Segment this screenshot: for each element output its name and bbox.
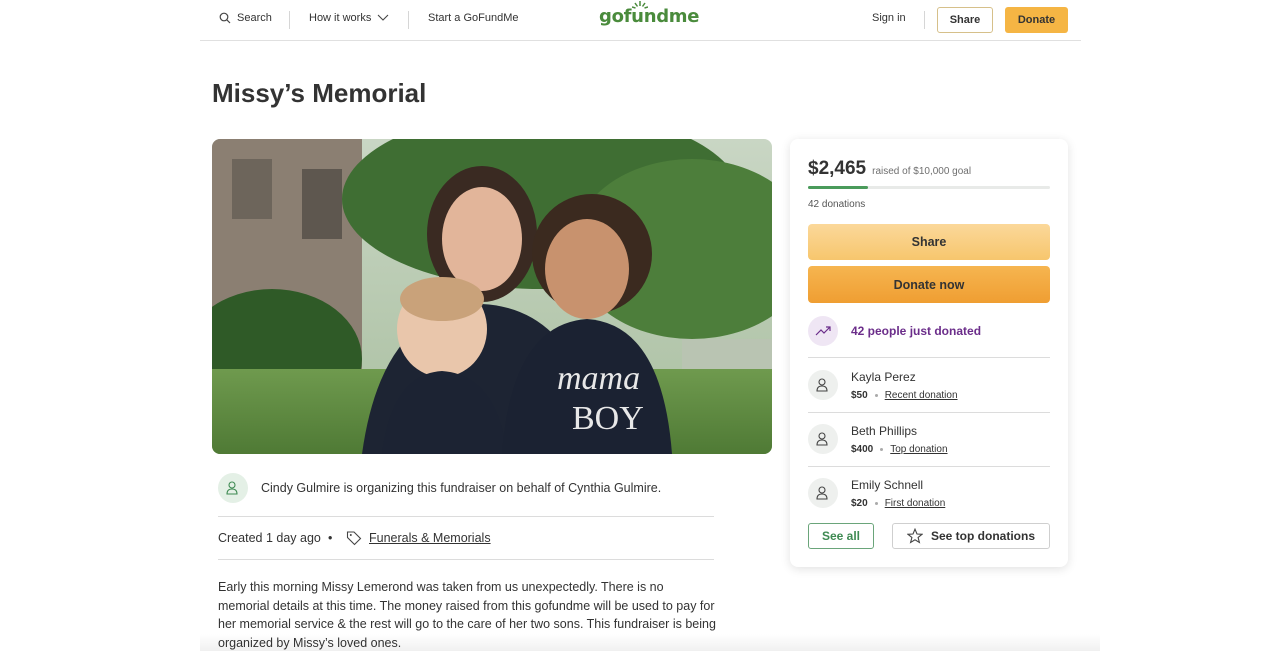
page-title: Missy’s Memorial xyxy=(212,78,427,108)
donor-meta: $20 First donation xyxy=(851,498,945,509)
raised-summary: $2,465 raised of $10,000 goal xyxy=(808,158,971,180)
how-it-works-label: How it works xyxy=(309,12,372,24)
donor-separator xyxy=(874,502,878,505)
donation-card: $2,465 raised of $10,000 goal 42 donatio… xyxy=(790,139,1068,567)
donor-separator xyxy=(874,394,878,397)
share-button-header[interactable]: Share xyxy=(937,7,993,33)
user-heart-icon xyxy=(816,432,828,446)
user-heart-icon xyxy=(816,486,828,500)
donate-now-button[interactable]: Donate now xyxy=(808,266,1050,303)
bottom-shadow xyxy=(200,634,1100,651)
donor-item: Kayla Perez $50 Recent donation xyxy=(808,359,1050,413)
nav-divider xyxy=(924,11,925,29)
donor-avatar xyxy=(808,424,838,454)
donor-type-link[interactable]: Recent donation xyxy=(885,390,958,401)
search-label: Search xyxy=(237,12,272,24)
donor-avatar xyxy=(808,370,838,400)
organizer-row: Cindy Gulmire is organizing this fundrai… xyxy=(218,473,714,517)
donation-count: 42 donations xyxy=(808,199,866,210)
chevron-down-icon xyxy=(377,14,389,21)
donate-button-header[interactable]: Donate xyxy=(1005,7,1068,33)
meta-separator: • xyxy=(328,531,333,545)
donor-name: Emily Schnell xyxy=(851,478,924,492)
created-date: Created 1 day ago xyxy=(218,531,321,545)
gofundme-logo[interactable]: gofundme xyxy=(599,1,700,27)
svg-text:mama: mama xyxy=(557,360,640,397)
raised-amount: $2,465 xyxy=(808,158,867,179)
trend-up-icon xyxy=(815,326,831,336)
recent-donations-trend: 42 people just donated xyxy=(808,314,1050,358)
trend-badge xyxy=(808,316,838,346)
see-top-label: See top donations xyxy=(930,529,1035,543)
how-it-works-menu[interactable]: How it works xyxy=(309,12,389,24)
see-all-button[interactable]: See all xyxy=(808,523,874,549)
search-icon xyxy=(219,12,231,24)
tag-icon xyxy=(346,531,362,546)
user-heart-icon xyxy=(226,481,238,495)
raised-goal: raised of $10,000 goal xyxy=(872,166,972,177)
start-label: Start a GoFundMe xyxy=(428,12,519,24)
donor-type-link[interactable]: First donation xyxy=(885,498,946,509)
donor-type-link[interactable]: Top donation xyxy=(890,444,947,455)
signin-label: Sign in xyxy=(872,12,906,24)
see-top-donations-button[interactable]: See top donations xyxy=(892,523,1050,549)
campaign-photo-art: mama BOY xyxy=(212,139,772,454)
donor-meta: $50 Recent donation xyxy=(851,390,958,401)
donor-item: Beth Phillips $400 Top donation xyxy=(808,413,1050,467)
start-gofundme-link[interactable]: Start a GoFundMe xyxy=(428,12,519,24)
top-navigation: Search How it works Start a GoFundMe gof… xyxy=(200,0,1081,41)
donor-amount: $20 xyxy=(851,498,868,509)
user-heart-icon xyxy=(816,378,828,392)
donor-amount: $50 xyxy=(851,390,868,401)
trend-text: 42 people just donated xyxy=(851,324,982,338)
campaign-photo[interactable]: mama BOY xyxy=(212,139,772,454)
progress-bar xyxy=(808,186,1050,189)
star-icon xyxy=(906,528,923,544)
nav-divider xyxy=(408,11,409,29)
donor-name: Kayla Perez xyxy=(851,370,916,384)
donor-amount: $400 xyxy=(851,444,874,455)
nav-divider xyxy=(289,11,290,29)
donor-avatar xyxy=(808,478,838,508)
share-button[interactable]: Share xyxy=(808,224,1050,260)
logo-text: gofundme xyxy=(599,6,700,27)
organizer-text: Cindy Gulmire is organizing this fundrai… xyxy=(261,481,662,495)
organizer-avatar xyxy=(218,473,248,503)
svg-text:BOY: BOY xyxy=(572,400,644,437)
sun-logo-icon xyxy=(632,1,648,9)
category-link[interactable]: Funerals & Memorials xyxy=(369,531,491,545)
progress-fill xyxy=(808,186,868,189)
donor-name: Beth Phillips xyxy=(851,424,918,438)
signin-link[interactable]: Sign in xyxy=(872,12,906,24)
donor-item: Emily Schnell $20 First donation xyxy=(808,467,1050,521)
donor-separator xyxy=(880,448,884,451)
campaign-meta: Created 1 day ago • Funerals & Memorials xyxy=(218,517,714,560)
search-link[interactable]: Search xyxy=(219,12,272,24)
donor-meta: $400 Top donation xyxy=(851,444,948,455)
